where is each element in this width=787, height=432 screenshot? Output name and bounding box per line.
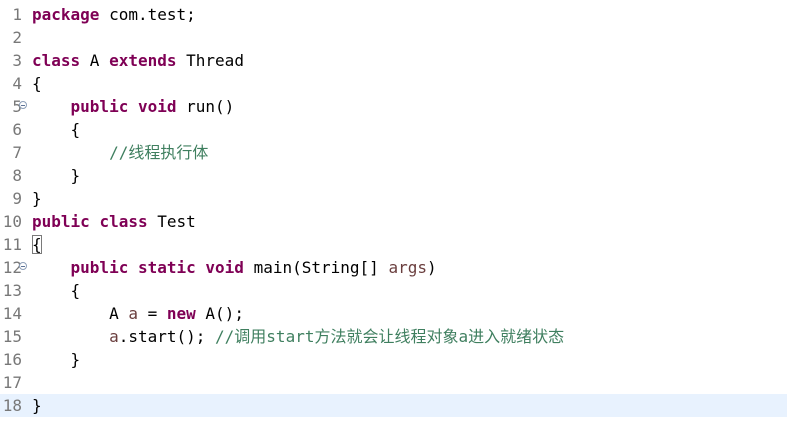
code-text: } bbox=[32, 187, 42, 210]
code-token: { bbox=[32, 74, 42, 93]
code-text: package com.test; bbox=[32, 3, 196, 26]
code-line[interactable]: 14 A a = new A(); bbox=[0, 302, 787, 325]
line-number: 18 bbox=[2, 396, 22, 415]
code-text: { bbox=[32, 233, 42, 256]
line-number: 2 bbox=[12, 28, 22, 47]
line-number: 6 bbox=[12, 120, 22, 139]
code-token: main(String[] bbox=[243, 258, 389, 277]
line-number: 9 bbox=[12, 189, 22, 208]
code-text: a.start(); //调用start方法就会让线程对象a进入就绪状态 bbox=[32, 325, 564, 348]
code-text: public class Test bbox=[32, 210, 196, 233]
code-text: //线程执行体 bbox=[32, 141, 208, 164]
code-line[interactable]: 9} bbox=[0, 187, 787, 210]
code-text: A a = new A(); bbox=[32, 302, 244, 325]
keyword-token: class bbox=[99, 212, 148, 231]
keyword-token: class bbox=[32, 51, 81, 70]
code-token: { bbox=[70, 120, 81, 139]
keyword-token: static bbox=[137, 258, 196, 277]
code-token: Thread bbox=[176, 51, 244, 70]
code-token: } bbox=[70, 350, 81, 369]
keyword-token: package bbox=[32, 5, 100, 24]
comment-token: //调用start方法就会让线程对象a进入就绪状态 bbox=[215, 327, 565, 346]
variable-token: a bbox=[109, 327, 119, 346]
code-token: } bbox=[70, 166, 81, 185]
keyword-token: void bbox=[137, 97, 177, 116]
code-line[interactable]: 12 public static void main(String[] args… bbox=[0, 256, 787, 279]
line-number: 15 bbox=[2, 327, 22, 346]
keyword-token: new bbox=[166, 304, 196, 323]
line-number: 10 bbox=[2, 212, 22, 231]
code-line[interactable]: 5 public void run() bbox=[0, 95, 787, 118]
code-text: { bbox=[32, 72, 42, 95]
code-token: } bbox=[32, 396, 42, 415]
code-token: com.test; bbox=[99, 5, 196, 24]
code-line[interactable]: 17 bbox=[0, 371, 787, 394]
code-line[interactable]: 10 public class Test bbox=[0, 210, 787, 233]
code-text: public static void main(String[] args) bbox=[32, 256, 437, 279]
code-text: public void run() bbox=[32, 95, 235, 118]
code-token: ) bbox=[426, 258, 437, 277]
code-token: A(); bbox=[195, 304, 244, 323]
code-token: } bbox=[32, 189, 42, 208]
keyword-token: public bbox=[70, 97, 129, 116]
code-token: { bbox=[70, 281, 81, 300]
code-text: { bbox=[32, 118, 81, 141]
code-token: run() bbox=[176, 97, 235, 116]
code-text: } bbox=[32, 348, 81, 371]
code-line[interactable]: 4{ bbox=[0, 72, 787, 95]
line-number: 11 bbox=[2, 235, 22, 254]
line-number: 17 bbox=[2, 373, 22, 392]
line-number: 3 bbox=[12, 51, 22, 70]
line-number: 13 bbox=[2, 281, 22, 300]
code-token: A bbox=[80, 51, 110, 70]
line-number: 4 bbox=[12, 74, 22, 93]
code-line[interactable]: 13 { bbox=[0, 279, 787, 302]
keyword-token: public bbox=[32, 212, 90, 231]
code-line[interactable]: 11 { bbox=[0, 233, 787, 256]
code-text: } bbox=[32, 164, 81, 187]
code-text: { bbox=[32, 279, 81, 302]
keyword-token: void bbox=[205, 258, 244, 277]
keyword-token: extends bbox=[109, 51, 177, 70]
code-line[interactable]: 15 a.start(); //调用start方法就会让线程对象a进入就绪状态 bbox=[0, 325, 787, 348]
code-line[interactable]: 3 class A extends Thread bbox=[0, 49, 787, 72]
code-line[interactable]: 7 //线程执行体 bbox=[0, 141, 787, 164]
line-number: 14 bbox=[2, 304, 22, 323]
line-number: 8 bbox=[12, 166, 22, 185]
code-token: .start(); bbox=[118, 327, 216, 346]
code-token: = bbox=[137, 304, 167, 323]
code-token: Test bbox=[147, 212, 196, 231]
variable-token: args bbox=[388, 258, 427, 277]
code-text: } bbox=[32, 394, 42, 417]
line-number: 16 bbox=[2, 350, 22, 369]
code-line[interactable]: 18} bbox=[0, 394, 787, 417]
line-number: 1 bbox=[12, 5, 22, 24]
fold-collapse-icon[interactable] bbox=[19, 262, 27, 270]
code-line[interactable]: 2 bbox=[0, 26, 787, 49]
keyword-token: public bbox=[70, 258, 129, 277]
code-text: class A extends Thread bbox=[32, 49, 244, 72]
code-editor[interactable]: 1 package com.test; 2 3 class A extends Thre… bbox=[0, 0, 787, 432]
code-token: { bbox=[32, 235, 42, 254]
fold-collapse-icon[interactable] bbox=[19, 101, 27, 109]
code-line[interactable]: 16 } bbox=[0, 348, 787, 371]
line-number: 7 bbox=[12, 143, 22, 162]
code-line[interactable]: 8 } bbox=[0, 164, 787, 187]
variable-token: a bbox=[128, 304, 138, 323]
comment-token: //线程执行体 bbox=[109, 143, 209, 162]
code-token: A bbox=[109, 304, 129, 323]
code-line[interactable]: 6 { bbox=[0, 118, 787, 141]
code-line[interactable]: 1 package com.test; bbox=[0, 3, 787, 26]
